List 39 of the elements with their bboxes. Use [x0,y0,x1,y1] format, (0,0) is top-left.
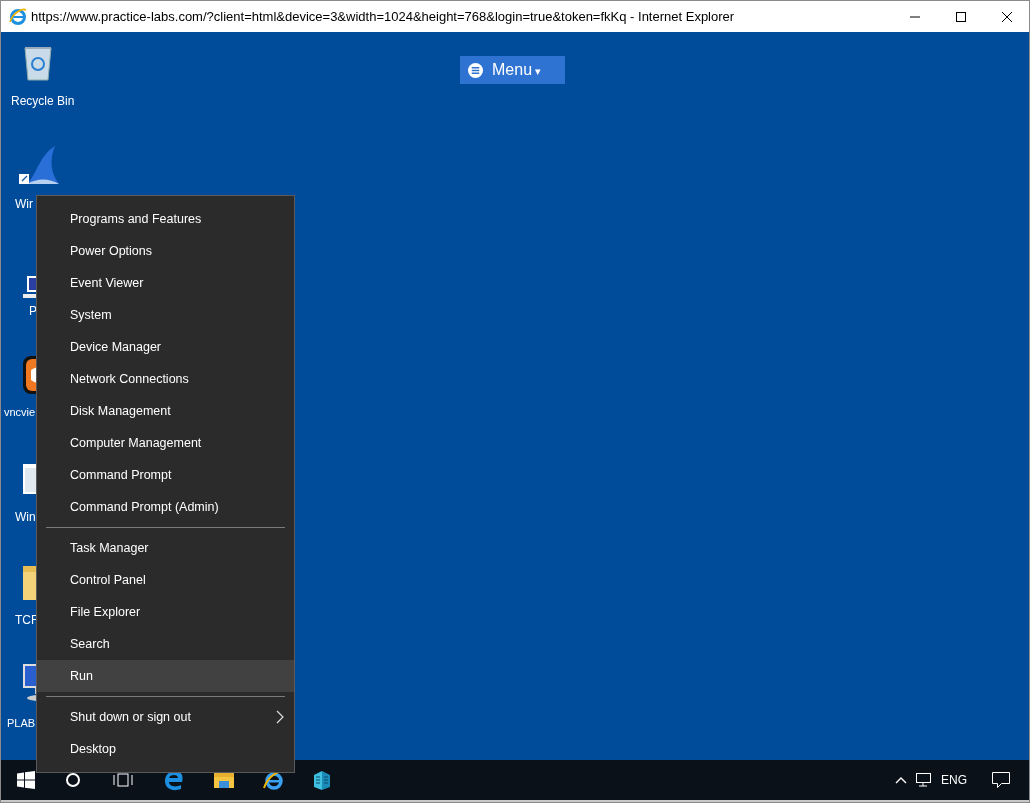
desktop-icon-label[interactable]: Wir [15,195,33,213]
menu-item[interactable]: Command Prompt [37,459,294,491]
desktop-icon-label[interactable]: Win [15,508,36,526]
menu-item[interactable]: Network Connections [37,363,294,395]
menu-item[interactable]: Disk Management [37,395,294,427]
windows-start-icon[interactable] [17,771,35,789]
window-title: https://www.practice-labs.com/?client=html&device=3&width=1024&height=768&login=true&token=fkKq - Internet Explorer [31,7,735,26]
menu-item[interactable]: Search [37,628,294,660]
menu-item[interactable]: Event Viewer [37,267,294,299]
menu-item[interactable]: Power Options [37,235,294,267]
folder-icon[interactable] [213,770,235,790]
menu-item[interactable]: System [37,299,294,331]
desktop-icon-label[interactable]: PLAB [7,715,36,732]
close-icon[interactable] [1001,10,1013,23]
menu-item[interactable]: Task Manager [37,532,294,564]
notification-icon[interactable] [991,771,1011,789]
menu-icon [468,62,483,78]
desktop-icon-label[interactable]: P [29,302,37,320]
task-view-icon[interactable] [113,772,133,788]
maximize-icon[interactable] [955,10,967,23]
shark-icon[interactable] [19,144,59,186]
search-icon[interactable] [65,772,81,788]
desktop-icon-label[interactable]: vncvie [4,404,36,421]
language-indicator[interactable]: ENG [941,771,967,789]
desktop-icon-label[interactable]: Recycle Bin [11,92,75,110]
menu-item[interactable]: Programs and Features [37,203,294,235]
menu-item[interactable]: Desktop [37,733,294,765]
menu-item[interactable]: Shut down or sign out [37,701,294,733]
network-icon[interactable] [915,772,933,788]
menu-item[interactable]: File Explorer [37,596,294,628]
menu-item[interactable]: Command Prompt (Admin) [37,491,294,523]
server-icon[interactable] [311,769,333,791]
menu-button[interactable]: Menu ▾ [460,56,565,84]
browser-icon [9,7,27,26]
menu-item[interactable]: Device Manager [37,331,294,363]
menu-item[interactable]: Control Panel [37,564,294,596]
chevron-up-icon[interactable] [895,776,907,784]
menu-item[interactable]: Computer Management [37,427,294,459]
menu-item[interactable]: Run [37,660,294,692]
